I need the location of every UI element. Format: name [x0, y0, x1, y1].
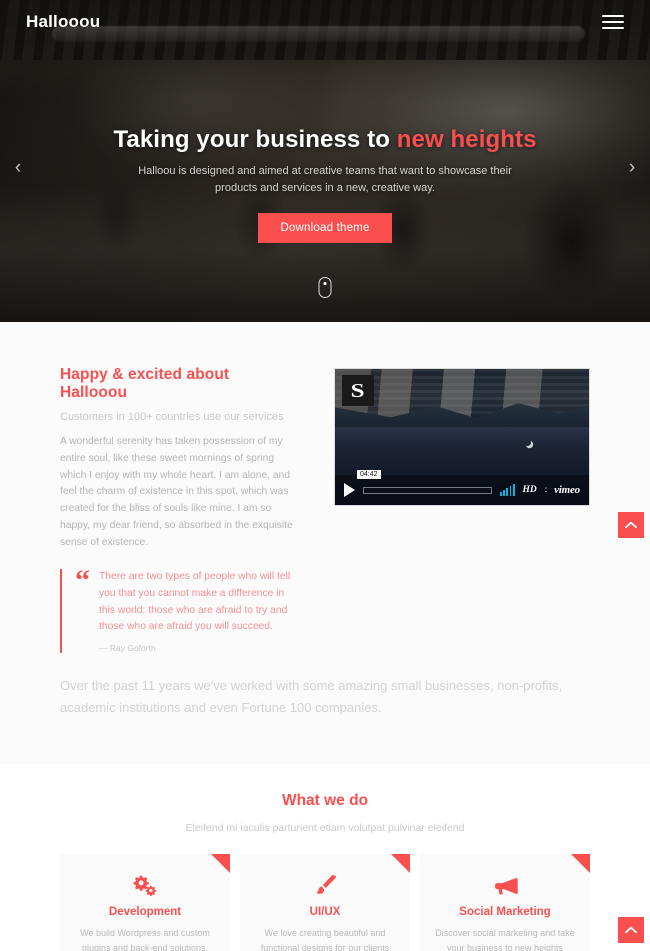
- about-video-column: S 04:42 HD ∶ vimeo: [300, 366, 590, 653]
- service-card-title: Development: [108, 906, 182, 919]
- video-progress-wrapper: 04:42: [357, 469, 492, 495]
- service-card-title: UI/UX: [309, 906, 341, 919]
- volume-bar: [499, 492, 502, 496]
- volume-icon[interactable]: [499, 484, 515, 496]
- quote-mark-icon: “: [75, 564, 90, 598]
- hero-subtitle: Halloou is designed and aimed at creativ…: [138, 165, 512, 195]
- service-card-social-marketing[interactable]: Social Marketing Discover social marketi…: [420, 854, 590, 951]
- about-text-column: Happy & excited about Hallooou Customers…: [60, 366, 300, 654]
- chevron-up-icon: [625, 521, 637, 529]
- services-title: What we do: [281, 792, 369, 810]
- back-to-top-button[interactable]: [618, 512, 644, 538]
- volume-bar: [506, 488, 509, 496]
- hamburger-bar: [602, 26, 624, 30]
- video-poster-moon: [524, 439, 531, 446]
- video-progress-bar[interactable]: [363, 486, 492, 494]
- about-outro-text: Over the past 11 years we've worked with…: [60, 678, 563, 715]
- vimeo-logo[interactable]: vimeo: [554, 484, 580, 496]
- quote-text: There are two types of people who will t…: [99, 571, 291, 633]
- top-navigation-bar: Hallooou: [0, 0, 650, 44]
- page-root: Hallooou ‹ › Taking your business to new…: [0, 0, 650, 951]
- hamburger-bar: [602, 20, 624, 24]
- volume-bar: [512, 484, 515, 496]
- video-controls-bar: 04:42 HD ∶ vimeo: [335, 469, 589, 505]
- about-body-text: A wonderful serenity has taken possessio…: [60, 436, 293, 548]
- quote-author: — Ray Goforth: [99, 643, 156, 654]
- hero-section: Hallooou ‹ › Taking your business to new…: [0, 0, 650, 322]
- download-theme-button[interactable]: Download theme: [258, 213, 392, 244]
- gears-icon: [74, 873, 216, 897]
- about-subtitle: Customers in 100+ countries use our serv…: [60, 411, 284, 423]
- hero-content: Taking your business to new heights Hall…: [0, 126, 650, 244]
- video-badge-letter: S: [351, 379, 365, 402]
- fullscreen-icon[interactable]: ∶: [545, 485, 548, 496]
- service-card-description: Discover social marketing and take your …: [435, 928, 575, 951]
- slider-prev-arrow-icon[interactable]: ‹: [6, 158, 30, 177]
- card-corner-accent: [391, 854, 410, 874]
- service-card-title: Social Marketing: [459, 906, 551, 919]
- hero-title: Taking your business to new heights: [60, 126, 590, 154]
- services-grid: Development We build Wordpress and custo…: [60, 854, 590, 951]
- about-section: Happy & excited about Hallooou Customers…: [0, 322, 650, 765]
- about-title: Happy & excited about Hallooou: [60, 366, 230, 401]
- megaphone-icon: [434, 873, 576, 897]
- slider-next-arrow-icon[interactable]: ›: [620, 158, 644, 177]
- service-card-description: We build Wordpress and custom plugins an…: [80, 928, 210, 951]
- service-card-development[interactable]: Development We build Wordpress and custo…: [60, 854, 230, 951]
- mouse-scroll-icon[interactable]: [318, 277, 332, 298]
- video-channel-badge[interactable]: S: [342, 375, 374, 406]
- volume-bar: [503, 490, 505, 496]
- service-card-description: We love creating beautiful and functiona…: [260, 928, 390, 951]
- site-logo[interactable]: Hallooou: [26, 12, 100, 32]
- chevron-up-icon: [625, 926, 637, 934]
- about-grid: Happy & excited about Hallooou Customers…: [60, 366, 590, 654]
- back-to-top-button[interactable]: [618, 917, 644, 943]
- hamburger-bar: [602, 14, 624, 18]
- service-card-uiux[interactable]: UI/UX We love creating beautiful and fun…: [240, 854, 410, 951]
- card-corner-accent: [211, 854, 230, 874]
- hero-title-accent: new heights: [396, 126, 537, 153]
- play-icon[interactable]: [344, 483, 355, 497]
- services-subtitle: Eleifend mi iaculis parturient etiam vol…: [185, 822, 465, 835]
- hd-badge[interactable]: HD: [523, 485, 537, 495]
- video-player[interactable]: S 04:42 HD ∶ vimeo: [334, 368, 590, 506]
- testimonial-quote: “ There are two types of people who will…: [60, 564, 300, 654]
- quote-body: There are two types of people who will t…: [99, 569, 300, 653]
- hamburger-icon[interactable]: [602, 11, 624, 32]
- video-time-tooltip: 04:42: [357, 469, 381, 479]
- card-corner-accent: [571, 854, 590, 874]
- brush-icon: [254, 873, 396, 897]
- hero-title-main: Taking your business to: [113, 126, 397, 153]
- services-section: What we do Eleifend mi iaculis parturien…: [0, 764, 650, 951]
- mouse-scroll-wheel: [323, 282, 327, 285]
- volume-bar: [509, 486, 512, 496]
